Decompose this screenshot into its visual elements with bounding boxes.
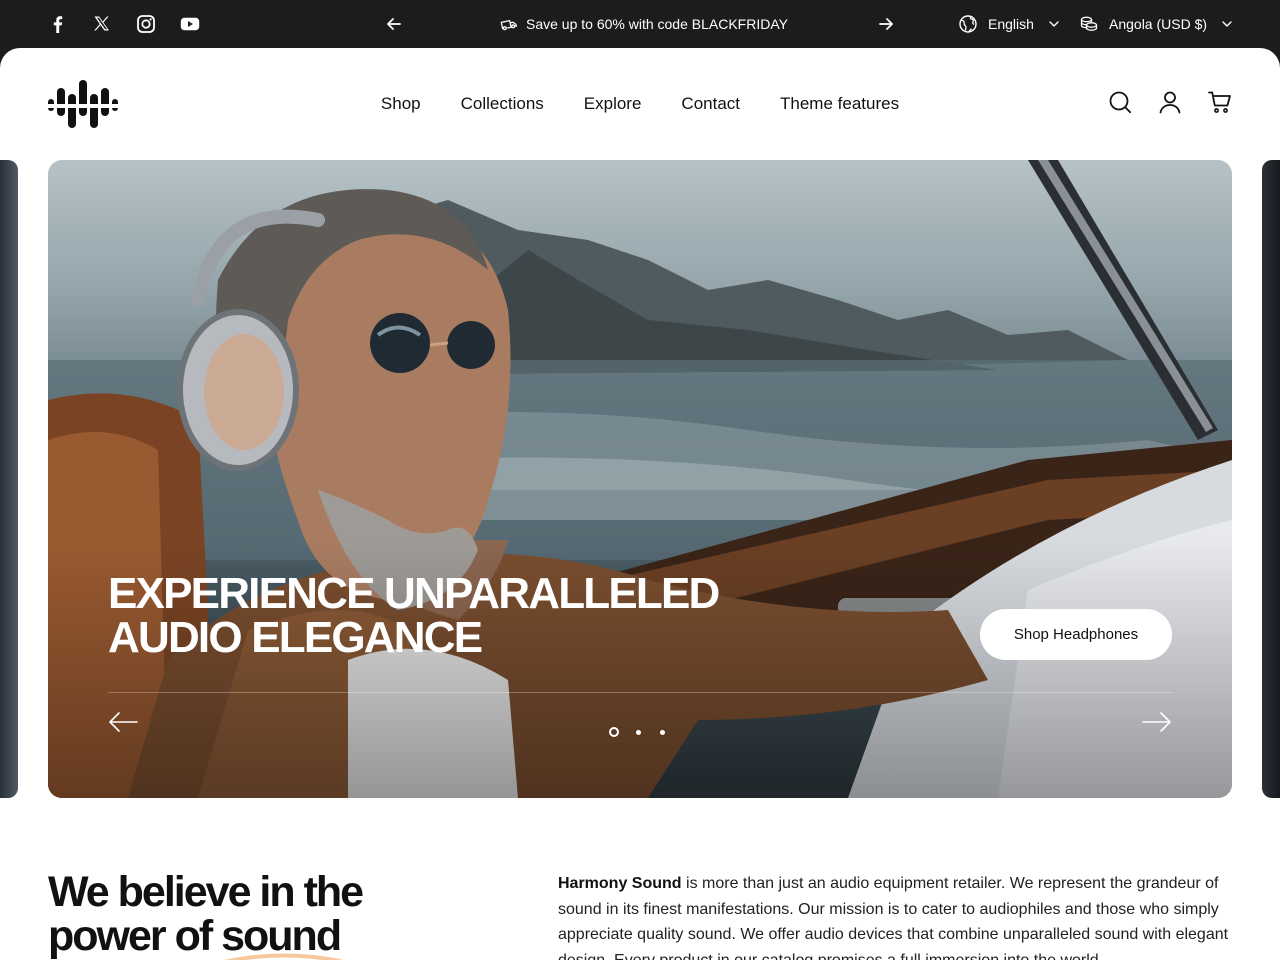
slide-next-arrow-icon[interactable] [1142,710,1172,734]
delivery-truck-icon [500,15,518,33]
slide-dot-3[interactable] [657,727,667,737]
nav-theme-features[interactable]: Theme features [780,94,899,114]
language-selector[interactable]: English [958,14,1060,34]
shop-headphones-button[interactable]: Shop Headphones [980,609,1172,660]
country-currency-selector[interactable]: Angola (USD $) [1079,14,1233,34]
previous-slide-peek [0,160,18,798]
about-paragraph: Harmony Sound is more than just an audio… [558,871,1234,960]
announcement: Save up to 60% with code BLACKFRIDAY [500,15,788,33]
account-icon[interactable] [1158,90,1182,114]
cart-icon[interactable] [1208,90,1232,114]
heading-underline-decoration [218,951,342,960]
youtube-icon[interactable] [180,14,200,34]
country-currency-label: Angola (USD $) [1109,16,1208,32]
instagram-icon[interactable] [136,14,156,34]
hero-slideshow: EXPERIENCE UNPARALLELED AUDIO ELEGANCE S… [48,160,1232,798]
main-navigation: Shop Collections Explore Contact Theme f… [0,94,1280,114]
slide-dot-2[interactable] [633,727,643,737]
next-slide-peek [1262,160,1280,798]
coins-icon [1079,14,1099,34]
about-heading: We believe in the power of sound [48,870,468,958]
globe-icon [958,14,978,34]
nav-explore[interactable]: Explore [584,94,642,114]
hero-title-line2: AUDIO ELEGANCE [108,613,483,662]
site-header: Shop Collections Explore Contact Theme f… [0,48,1280,160]
announcement-bar: Save up to 60% with code BLACKFRIDAY Eng… [0,0,1280,48]
hero-divider [108,692,1172,693]
x-icon[interactable] [92,14,112,34]
nav-contact[interactable]: Contact [681,94,740,114]
slide-prev-arrow-icon[interactable] [108,710,138,734]
page: Shop Collections Explore Contact Theme f… [0,48,1280,960]
announcement-prev-arrow-icon[interactable] [384,14,404,34]
slide-dot-1[interactable] [609,727,619,737]
brand-name: Harmony Sound [558,875,682,892]
announcement-next-arrow-icon[interactable] [876,14,896,34]
chevron-down-icon [1044,18,1060,30]
hero-title: EXPERIENCE UNPARALLELED AUDIO ELEGANCE [108,569,720,662]
language-label: English [988,16,1034,32]
facebook-icon[interactable] [48,14,68,34]
nav-shop[interactable]: Shop [381,94,421,114]
nav-collections[interactable]: Collections [461,94,544,114]
slide-pagination [609,727,667,737]
chevron-down-icon [1217,18,1233,30]
announcement-text[interactable]: Save up to 60% with code BLACKFRIDAY [526,16,788,32]
header-actions [1108,90,1232,114]
social-links [48,14,200,34]
hero-title-line1: EXPERIENCE UNPARALLELED [108,569,720,618]
hero-image [48,160,1232,798]
search-icon[interactable] [1108,90,1132,114]
about-heading-line1: We believe in the [48,868,364,916]
